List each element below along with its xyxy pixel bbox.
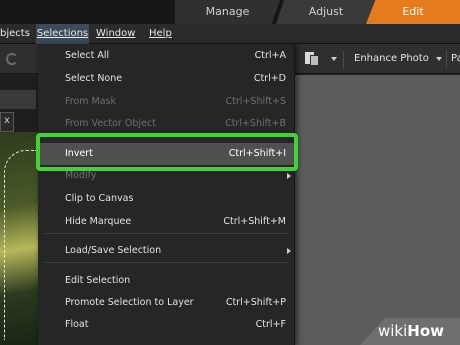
left-panel-header: [0, 90, 36, 110]
menu-item-label: From Vector Object: [65, 118, 156, 129]
menu-item-select-none[interactable]: Select None Ctrl+D: [38, 68, 295, 90]
menu-item-label: Clip to Canvas: [65, 193, 134, 204]
wikihow-watermark: wikiHow: [378, 322, 444, 340]
menu-item-label: Select None: [65, 73, 123, 84]
menu-item-label: From Mask: [65, 96, 117, 107]
close-icon: x: [4, 115, 10, 126]
menu-objects[interactable]: bjects: [0, 24, 30, 44]
submenu-arrow-icon: [287, 173, 291, 179]
menu-item-shortcut: Ctrl+A: [254, 50, 286, 61]
menu-item-shortcut: Ctrl+Shift+P: [225, 297, 286, 308]
canvas-area[interactable]: [295, 75, 460, 345]
menu-help[interactable]: Help: [149, 24, 172, 44]
menu-item-clip-to-canvas[interactable]: Clip to Canvas: [38, 188, 295, 210]
submenu-arrow-icon: [287, 248, 291, 254]
menu-item-label: Float: [65, 319, 89, 330]
menu-item-edit-selection[interactable]: Edit Selection: [38, 270, 295, 292]
selection-marquee: [4, 150, 36, 340]
menu-item-label: Edit Selection: [65, 275, 131, 286]
menu-divider: [44, 233, 289, 234]
menu-item-shortcut: Ctrl+Shift+M: [223, 216, 286, 227]
invert-highlight-box: [36, 133, 298, 171]
tab-manage[interactable]: Manage: [175, 0, 280, 24]
menu-item-label: Promote Selection to Layer: [65, 297, 194, 308]
menu-item-float[interactable]: Float Ctrl+F: [38, 314, 295, 336]
menu-selections-label: Selections: [36, 28, 89, 39]
menu-item-label: Load/Save Selection: [65, 245, 162, 256]
menu-selections[interactable]: Selections: [36, 24, 89, 44]
menu-item-label: Hide Marquee: [65, 216, 132, 227]
menu-item-hide-marquee[interactable]: Hide Marquee Ctrl+Shift+M: [38, 211, 295, 233]
menu-item-shortcut: Ctrl+D: [253, 73, 286, 84]
menu-item-from-mask[interactable]: From Mask Ctrl+Shift+S: [38, 91, 295, 113]
enhance-photo-button[interactable]: Enhance Photo: [354, 44, 429, 74]
mode-bar: Manage Adjust Edit: [0, 0, 460, 24]
undo-icon[interactable]: [6, 53, 18, 65]
menu-item-label: Select All: [65, 50, 110, 61]
paste-icon[interactable]: [305, 52, 319, 66]
menu-item-shortcut: Ctrl+Shift+B: [225, 118, 286, 129]
tab-adjust[interactable]: Adjust: [276, 0, 376, 24]
tab-edit[interactable]: Edit: [366, 0, 460, 24]
paste-dropdown-icon[interactable]: [331, 57, 337, 61]
toolbar-truncated-button[interactable]: Pa: [451, 44, 460, 74]
menu-bar: bjects Selections Window Help: [0, 24, 460, 44]
menu-item-shortcut: Ctrl+Shift+S: [225, 96, 286, 107]
watermark-wiki: wiki: [378, 322, 408, 340]
menu-item-select-all[interactable]: Select All Ctrl+A: [38, 45, 295, 67]
left-panel-close[interactable]: x: [0, 112, 14, 132]
menu-item-from-vector-object[interactable]: From Vector Object Ctrl+Shift+B: [38, 113, 295, 135]
menu-item-promote-selection-to-layer[interactable]: Promote Selection to Layer Ctrl+Shift+P: [38, 292, 295, 314]
watermark-how: How: [407, 322, 445, 340]
menu-window-label: Window: [96, 28, 136, 39]
toolbar-divider: [343, 50, 344, 68]
menu-window[interactable]: Window: [96, 24, 135, 44]
toolbar-divider: [446, 50, 447, 68]
menu-divider: [44, 262, 289, 263]
menu-item-load-save-selection[interactable]: Load/Save Selection: [38, 240, 295, 262]
enhance-dropdown-icon[interactable]: [436, 57, 442, 61]
menu-help-label: Help: [149, 28, 172, 39]
menu-item-shortcut: Ctrl+F: [255, 319, 286, 330]
